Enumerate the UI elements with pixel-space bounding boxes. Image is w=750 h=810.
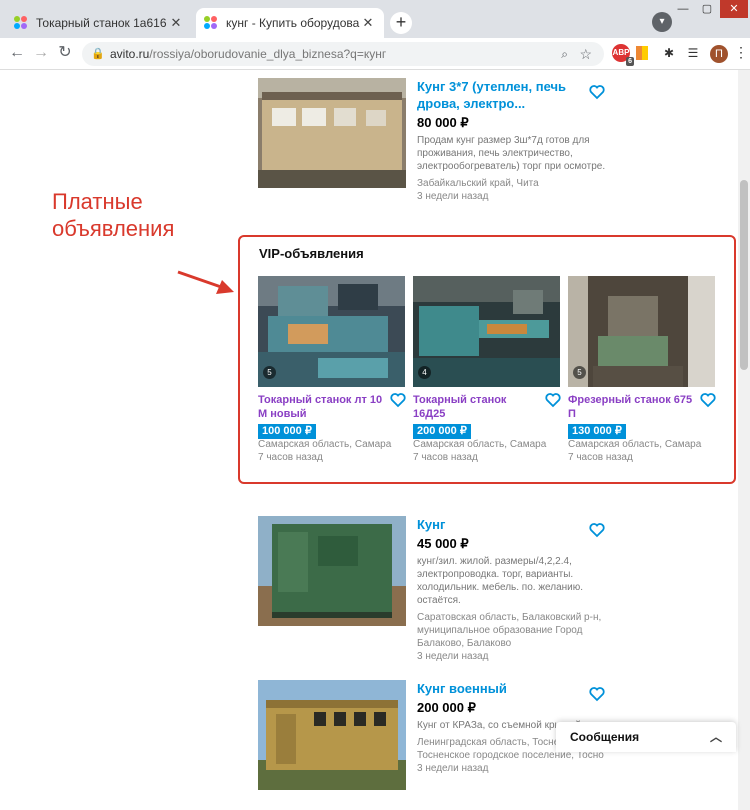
favorite-heart-icon[interactable] <box>589 84 605 100</box>
listing-price: 200 000 ₽ <box>417 700 476 715</box>
vip-card-date: 7 часов назад <box>258 452 323 463</box>
vip-heading: VIP-объявления <box>259 246 364 261</box>
extensions-puzzle-icon[interactable]: ✱ <box>660 44 678 62</box>
listing-body: Кунг 3*7 (утеплен, печь дрова, электро..… <box>417 78 607 203</box>
back-arrow-icon[interactable]: ← <box>6 42 28 64</box>
url-path: /rossiya/oborudovanie_dlya_biznesa?q=кун… <box>149 47 387 61</box>
bookmark-star-icon[interactable]: ☆ <box>579 42 592 66</box>
vip-card-date: 7 часов назад <box>413 452 478 463</box>
listing-location: Забайкальский край, Чита <box>417 178 539 189</box>
new-tab-button[interactable]: + <box>390 12 412 34</box>
favorite-heart-icon[interactable] <box>589 522 605 538</box>
vip-card-photo[interactable] <box>258 276 405 387</box>
chevron-up-icon[interactable]: ︿ <box>710 728 722 745</box>
page-viewport: Кунг 3*7 (утеплен, печь дрова, электро..… <box>0 70 750 810</box>
vip-card-date: 7 часов назад <box>568 452 633 463</box>
vip-card-title[interactable]: Токарный станок 16Д25 <box>413 393 541 421</box>
flag-extension-icon[interactable] <box>636 46 648 60</box>
vip-card-title[interactable]: Токарный станок лт 10 М новый <box>258 393 386 421</box>
photo-count-badge: 5 <box>573 366 586 379</box>
tab-title: кунг - Купить оборудование для <box>226 16 360 30</box>
favorite-heart-icon[interactable] <box>589 686 605 702</box>
vip-listings-block: VIP-объявления 5 Токарный станок лт 10 М… <box>238 235 736 484</box>
page-scrollbar[interactable] <box>738 70 750 810</box>
abp-count-badge: 6 <box>626 57 634 66</box>
search-icon[interactable]: ⌕ <box>561 42 568 66</box>
favorite-heart-icon[interactable] <box>545 392 561 408</box>
scrollbar-thumb[interactable] <box>740 180 748 370</box>
close-tab-icon[interactable]: ✕ <box>168 15 184 31</box>
vip-card-price: 130 000 ₽ <box>568 424 626 439</box>
window-controls: — ▢ ✕ <box>672 0 750 18</box>
paid-listings-annotation: Платные объявления <box>52 188 174 242</box>
maximize-icon[interactable]: ▢ <box>696 0 718 18</box>
annotation-line-1: Платные <box>52 189 143 214</box>
close-tab-icon[interactable]: ✕ <box>360 15 376 31</box>
tab-search-icon[interactable]: ▾ <box>652 12 672 32</box>
window-close-icon[interactable]: ✕ <box>720 0 748 18</box>
listing-photo[interactable] <box>258 516 406 626</box>
annotation-arrow-icon <box>177 270 234 294</box>
listing-description: кунг/зил. жилой. размеры/4,2,2.4, электр… <box>417 556 584 606</box>
vip-card-location: Самарская область, Самара <box>258 439 392 450</box>
annotation-line-2: объявления <box>52 216 175 241</box>
avito-favicon-icon <box>14 16 28 30</box>
browser-tab-1[interactable]: Токарный станок 1а616 купить в ✕ <box>6 8 192 38</box>
listing-date: 3 недели назад <box>417 763 489 774</box>
listing-title[interactable]: Кунг <box>417 516 607 533</box>
vip-card-price: 100 000 ₽ <box>258 424 316 439</box>
favorite-heart-icon[interactable] <box>390 392 406 408</box>
listing-date: 3 недели назад <box>417 191 489 202</box>
vip-card-photo[interactable] <box>413 276 560 387</box>
listing-price: 80 000 ₽ <box>417 115 469 130</box>
listing-price: 45 000 ₽ <box>417 536 469 551</box>
favorite-heart-icon[interactable] <box>700 392 716 408</box>
vip-card-title[interactable]: Фрезерный станок 675 П <box>568 393 696 421</box>
vip-card-location: Самарская область, Самара <box>568 439 702 450</box>
listing-title[interactable]: Кунг 3*7 (утеплен, печь дрова, электро..… <box>417 78 607 112</box>
listing-location: Саратовская область, Балаковский р-н, му… <box>417 612 602 649</box>
vip-card-location: Самарская область, Самара <box>413 439 547 450</box>
listing-title[interactable]: Кунг военный <box>417 680 607 697</box>
tab-title: Токарный станок 1а616 купить в <box>36 16 168 30</box>
avito-favicon-icon <box>204 16 218 30</box>
listing-photo[interactable] <box>258 78 406 188</box>
adblock-extension-icon[interactable]: ABP 6 <box>612 44 634 66</box>
forward-arrow-icon[interactable]: → <box>30 42 52 64</box>
reading-list-icon[interactable]: ☰ <box>684 44 702 62</box>
listing-body: Кунг 45 000 ₽ кунг/зил. жилой. размеры/4… <box>417 516 607 663</box>
listing-date: 3 недели назад <box>417 651 489 662</box>
lock-icon: 🔒 <box>91 48 105 60</box>
profile-avatar[interactable]: П <box>710 45 728 63</box>
reload-icon[interactable]: ↻ <box>54 42 76 64</box>
browser-tabbar: Токарный станок 1а616 купить в ✕ кунг - … <box>0 0 750 38</box>
browser-toolbar: ← → ↻ 🔒 avito.ru/rossiya/oborudovanie_dl… <box>0 38 750 70</box>
photo-count-badge: 5 <box>263 366 276 379</box>
messages-widget[interactable]: Сообщения ︿ <box>556 722 736 752</box>
messages-label: Сообщения <box>570 730 640 744</box>
listing-description: Продам кунг размер 3ш*7д готов для прожи… <box>417 135 606 172</box>
vip-card-photo[interactable] <box>568 276 715 387</box>
address-bar[interactable]: 🔒 avito.ru/rossiya/oborudovanie_dlya_biz… <box>82 42 604 66</box>
photo-count-badge: 4 <box>418 366 431 379</box>
abp-label: ABP <box>612 48 630 57</box>
url-host: avito.ru <box>110 47 150 61</box>
minimize-icon[interactable]: — <box>672 0 694 18</box>
vip-card-price: 200 000 ₽ <box>413 424 471 439</box>
listing-photo[interactable] <box>258 680 406 790</box>
browser-tab-2[interactable]: кунг - Купить оборудование для ✕ <box>196 8 384 38</box>
browser-menu-icon[interactable]: ⋮ <box>734 44 748 61</box>
